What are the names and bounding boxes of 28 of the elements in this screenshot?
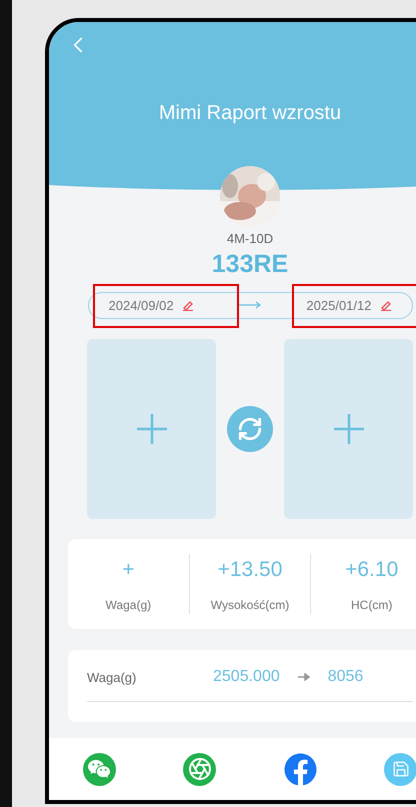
summary-value: +6.10 xyxy=(345,557,398,583)
baby-age: 4M-10D xyxy=(226,230,274,248)
end-value: 8056 xyxy=(328,667,364,688)
save-button[interactable] xyxy=(384,752,416,786)
summary-value: +13.50 xyxy=(218,557,282,583)
date-text[interactable]: 2025/01/12 xyxy=(306,296,372,315)
aperture-share-button[interactable] xyxy=(183,752,216,786)
page-title: Mimi Raport wzrostu xyxy=(158,101,342,126)
arrow-icon xyxy=(238,301,262,310)
refresh-icon xyxy=(237,416,263,442)
pencil-icon[interactable] xyxy=(380,299,392,312)
swap-button[interactable] xyxy=(227,406,273,452)
facebook-share-button[interactable] xyxy=(284,752,317,786)
arrow-icon xyxy=(298,673,310,682)
baby-name: 133RE xyxy=(212,248,288,280)
summary-value: + xyxy=(122,557,134,583)
start-value: 2505.000 xyxy=(213,667,280,688)
plus-icon xyxy=(332,412,364,445)
pencil-icon[interactable] xyxy=(182,299,194,312)
plus-icon xyxy=(136,412,168,445)
date-text[interactable]: 2024/09/02 xyxy=(108,296,174,315)
summary-label: HC(cm) xyxy=(351,596,392,614)
summary-label: Wysokość(cm) xyxy=(210,596,290,614)
measurement-label: Waga(g) xyxy=(87,668,138,687)
aperture-icon xyxy=(188,757,212,781)
wechat-share-button[interactable] xyxy=(82,752,116,786)
facebook-icon xyxy=(284,752,317,786)
summary-label: Waga(g) xyxy=(106,596,152,614)
